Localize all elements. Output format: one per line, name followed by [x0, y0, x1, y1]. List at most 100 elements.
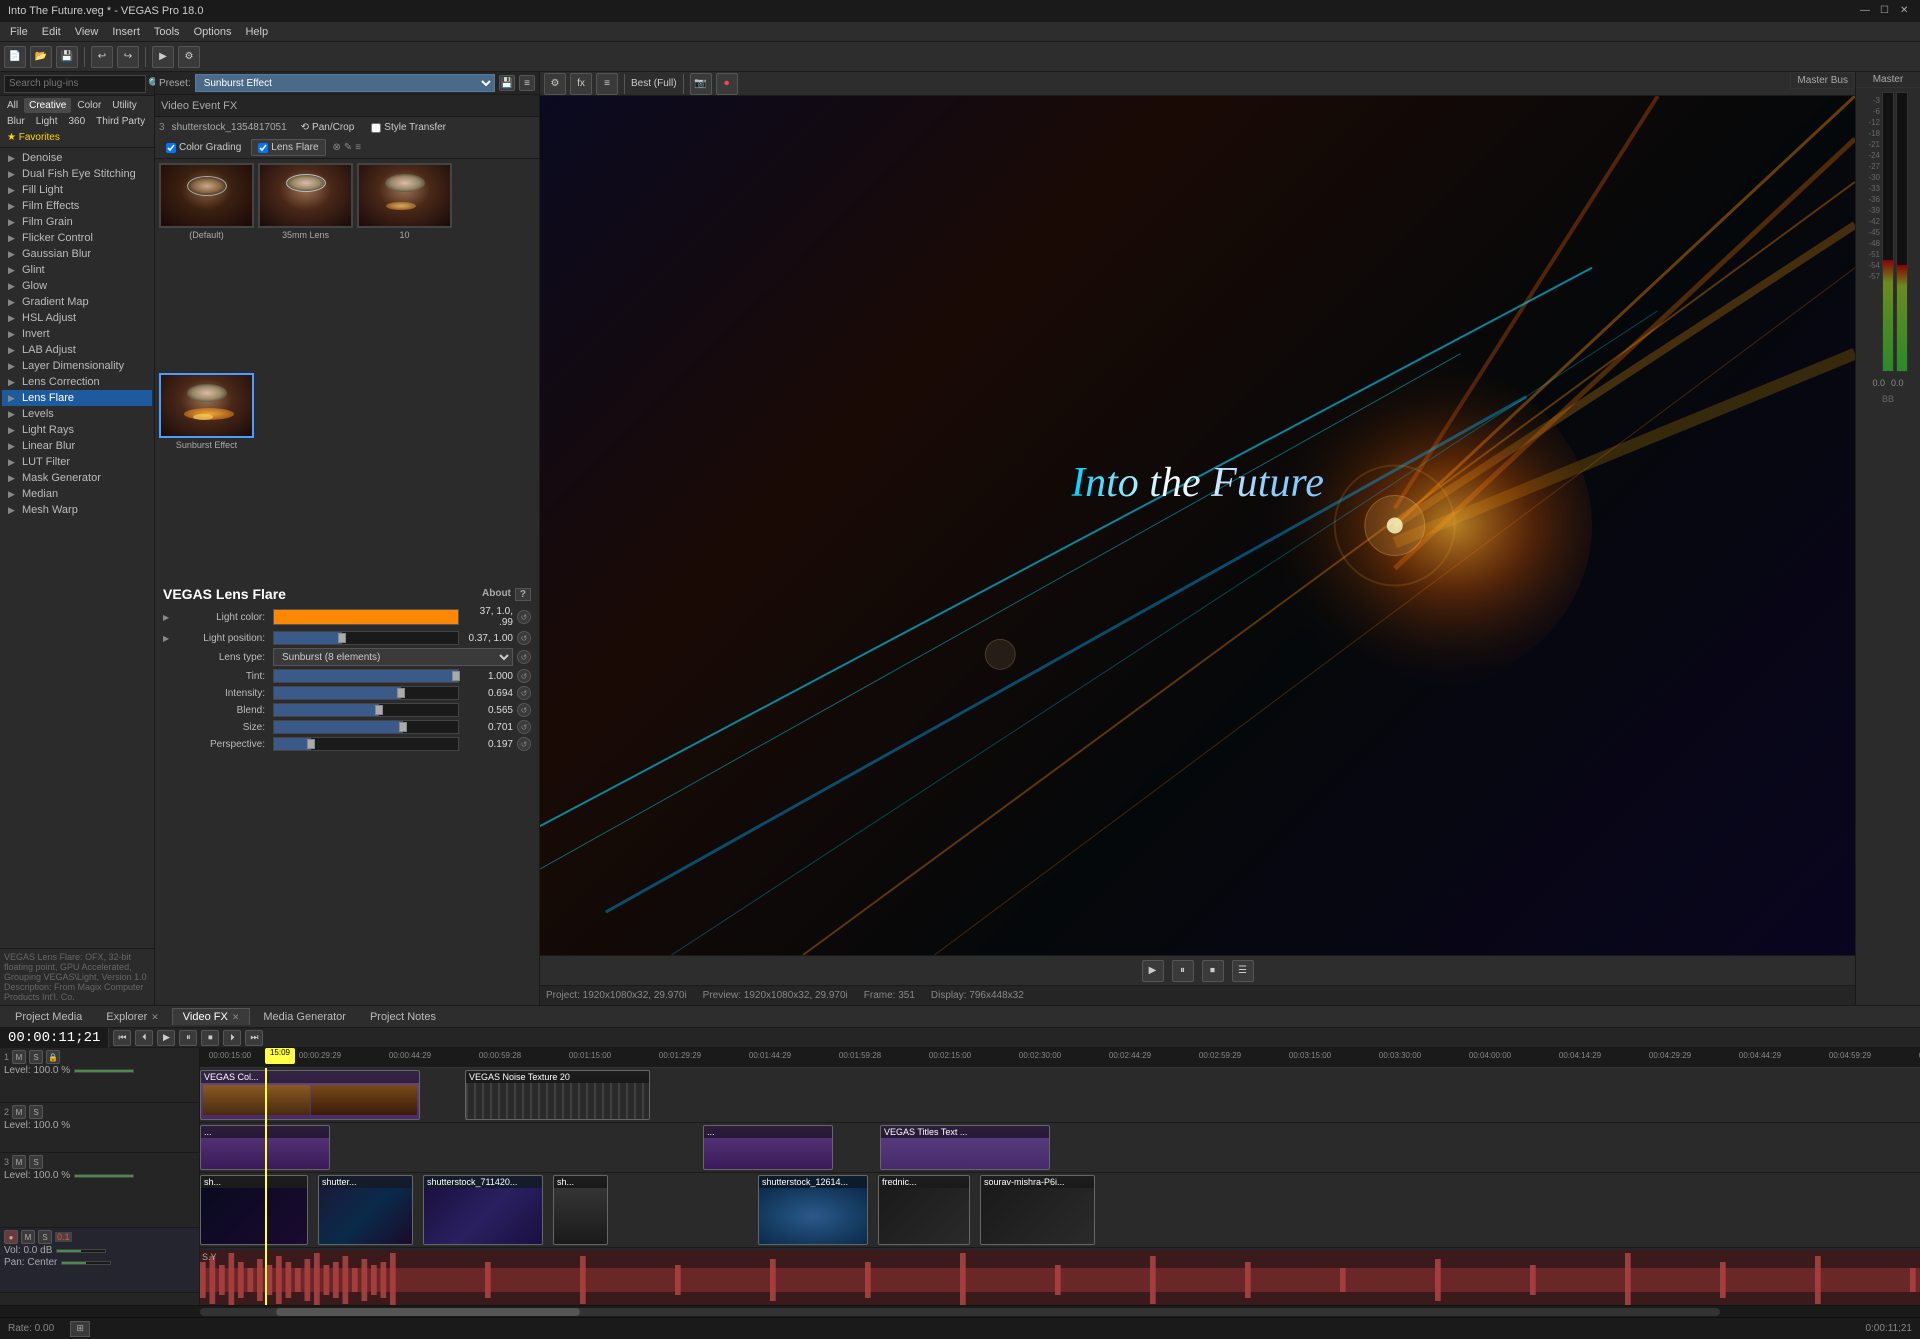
tl-next-btn[interactable]: ⏵ — [223, 1030, 241, 1046]
color-grading-checkbox[interactable] — [166, 143, 176, 153]
tl-rewind-btn[interactable]: ⏮ — [113, 1030, 131, 1046]
tab-light[interactable]: Light — [31, 114, 63, 129]
plugin-gradient-map[interactable]: ▶Gradient Map — [2, 294, 152, 310]
thumb-default-img[interactable] — [159, 163, 254, 228]
clip-vegas-titles[interactable]: VEGAS Titles Text ... — [880, 1125, 1050, 1170]
plugin-lens-correction[interactable]: ▶Lens Correction — [2, 374, 152, 390]
tint-reset[interactable]: ↺ — [517, 669, 531, 683]
tab-creative[interactable]: Creative — [24, 98, 71, 113]
menu-insert[interactable]: Insert — [106, 24, 146, 40]
size-thumb[interactable] — [399, 722, 407, 732]
plugin-levels[interactable]: ▶Levels — [2, 406, 152, 422]
tint-slider[interactable] — [273, 669, 459, 683]
light-pos-thumb[interactable] — [338, 633, 346, 643]
open-btn[interactable]: 📂 — [30, 46, 52, 68]
preview-fx-btn[interactable]: fx — [570, 73, 592, 95]
fx-tab-lens-flare[interactable]: Lens Flare — [251, 139, 325, 156]
menu-options[interactable]: Options — [188, 24, 238, 40]
video-fx-close[interactable]: ✕ — [232, 1012, 240, 1023]
track-v3-mute[interactable]: M — [12, 1155, 26, 1169]
tab-color[interactable]: Color — [72, 98, 106, 113]
plugin-hsl-adjust[interactable]: ▶HSL Adjust — [2, 310, 152, 326]
track-audio-solo[interactable]: S — [38, 1230, 52, 1244]
thumb-10[interactable]: 10 — [357, 163, 452, 369]
clip-v3-7[interactable]: sourav-mishra-P6i... — [980, 1175, 1095, 1245]
clip-v2-2[interactable]: ... — [703, 1125, 833, 1170]
lens-type-reset[interactable]: ↺ — [517, 650, 531, 664]
track-audio-mute[interactable]: M — [21, 1230, 35, 1244]
status-btn[interactable]: ⊞ — [70, 1321, 90, 1337]
loop-btn[interactable]: ☰ — [1232, 960, 1254, 982]
perspective-slider[interactable] — [273, 737, 459, 751]
tl-play-btn[interactable]: ▶ — [157, 1030, 175, 1046]
clip-v3-4[interactable]: sh... — [553, 1175, 608, 1245]
tab-utility[interactable]: Utility — [107, 98, 141, 113]
window-controls[interactable]: — ☐ ✕ — [1860, 5, 1912, 17]
plugin-denoise[interactable]: ▶Denoise — [2, 150, 152, 166]
expand-light-color[interactable]: ▶ — [163, 613, 175, 622]
light-color-swatch[interactable] — [273, 609, 459, 625]
plugin-invert[interactable]: ▶Invert — [2, 326, 152, 342]
plugin-lut-filter[interactable]: ▶LUT Filter — [2, 454, 152, 470]
thumb-default[interactable]: (Default) — [159, 163, 254, 369]
thumb-35mm-img[interactable] — [258, 163, 353, 228]
play-btn[interactable]: ▶ — [1142, 960, 1164, 982]
search-input[interactable] — [4, 75, 146, 93]
preview-snap-btn[interactable]: ≡ — [596, 73, 618, 95]
clip-v3-6[interactable]: frednic... — [878, 1175, 970, 1245]
light-pos-slider[interactable] — [273, 631, 459, 645]
clip-audio[interactable]: S.Y fx SOWK — [200, 1250, 1920, 1305]
tab-video-fx[interactable]: Video FX ✕ — [172, 1008, 251, 1025]
plugin-linear-blur[interactable]: ▶Linear Blur — [2, 438, 152, 454]
track-v1-solo[interactable]: S — [29, 1050, 43, 1064]
fx-tab-style[interactable]: Style Transfer — [364, 119, 453, 136]
plugin-flicker-control[interactable]: ▶Flicker Control — [2, 230, 152, 246]
menu-file[interactable]: File — [4, 24, 34, 40]
preset-options-btn[interactable]: ≡ — [519, 75, 535, 91]
intensity-reset[interactable]: ↺ — [517, 686, 531, 700]
clip-v3-1[interactable]: sh... — [200, 1175, 308, 1245]
tab-favorites[interactable]: ★ Favorites — [2, 130, 65, 145]
preview-view-btn[interactable]: 📷 — [690, 73, 712, 95]
plugin-fill-light[interactable]: ▶Fill Light — [2, 182, 152, 198]
plugin-film-effects[interactable]: ▶Film Effects — [2, 198, 152, 214]
track-v2-mute[interactable]: M — [12, 1105, 26, 1119]
preset-select[interactable]: Sunburst Effect — [195, 74, 495, 92]
tint-thumb[interactable] — [452, 671, 460, 681]
tab-media-generator[interactable]: Media Generator — [252, 1008, 357, 1025]
clip-vegas-noise[interactable]: VEGAS Noise Texture 20 — [465, 1070, 650, 1120]
track-v3-solo[interactable]: S — [29, 1155, 43, 1169]
track-audio-pan-slider[interactable] — [61, 1261, 111, 1265]
tl-ffwd-btn[interactable]: ⏭ — [245, 1030, 263, 1046]
track-v1-mute[interactable]: M — [12, 1050, 26, 1064]
new-btn[interactable]: 📄 — [4, 46, 26, 68]
expand-light-pos[interactable]: ▶ — [163, 634, 175, 643]
tab-360[interactable]: 360 — [63, 114, 90, 129]
track-audio-vol-slider[interactable] — [56, 1249, 106, 1253]
track-audio-rec[interactable]: ● — [4, 1230, 18, 1244]
plugin-mask-generator[interactable]: ▶Mask Generator — [2, 470, 152, 486]
about-btn[interactable]: About — [482, 588, 511, 601]
close-btn[interactable]: ✕ — [1900, 5, 1912, 17]
plugin-glint[interactable]: ▶Glint — [2, 262, 152, 278]
clip-vegas-col[interactable]: VEGAS Col... — [200, 1070, 420, 1120]
style-transfer-checkbox[interactable] — [371, 123, 381, 133]
tl-stop-btn[interactable]: ⏹ — [201, 1030, 219, 1046]
fx-tab-color-grading[interactable]: Color Grading — [159, 139, 248, 156]
tab-blur[interactable]: Blur — [2, 114, 30, 129]
size-reset[interactable]: ↺ — [517, 720, 531, 734]
track-v3-slider[interactable] — [74, 1174, 134, 1178]
menu-tools[interactable]: Tools — [148, 24, 186, 40]
menu-edit[interactable]: Edit — [36, 24, 67, 40]
maximize-btn[interactable]: ☐ — [1880, 5, 1892, 17]
menu-view[interactable]: View — [69, 24, 105, 40]
plugin-film-grain[interactable]: ▶Film Grain — [2, 214, 152, 230]
lens-flare-checkbox[interactable] — [258, 143, 268, 153]
tab-explorer[interactable]: Explorer ✕ — [95, 1008, 170, 1025]
settings-btn[interactable]: ⚙ — [178, 46, 200, 68]
tab-all[interactable]: All — [2, 98, 23, 113]
light-pos-reset[interactable]: ↺ — [517, 631, 531, 645]
clip-v3-5[interactable]: shutterstock_12614... — [758, 1175, 868, 1245]
plugin-lab-adjust[interactable]: ▶LAB Adjust — [2, 342, 152, 358]
minimize-btn[interactable]: — — [1860, 5, 1872, 17]
